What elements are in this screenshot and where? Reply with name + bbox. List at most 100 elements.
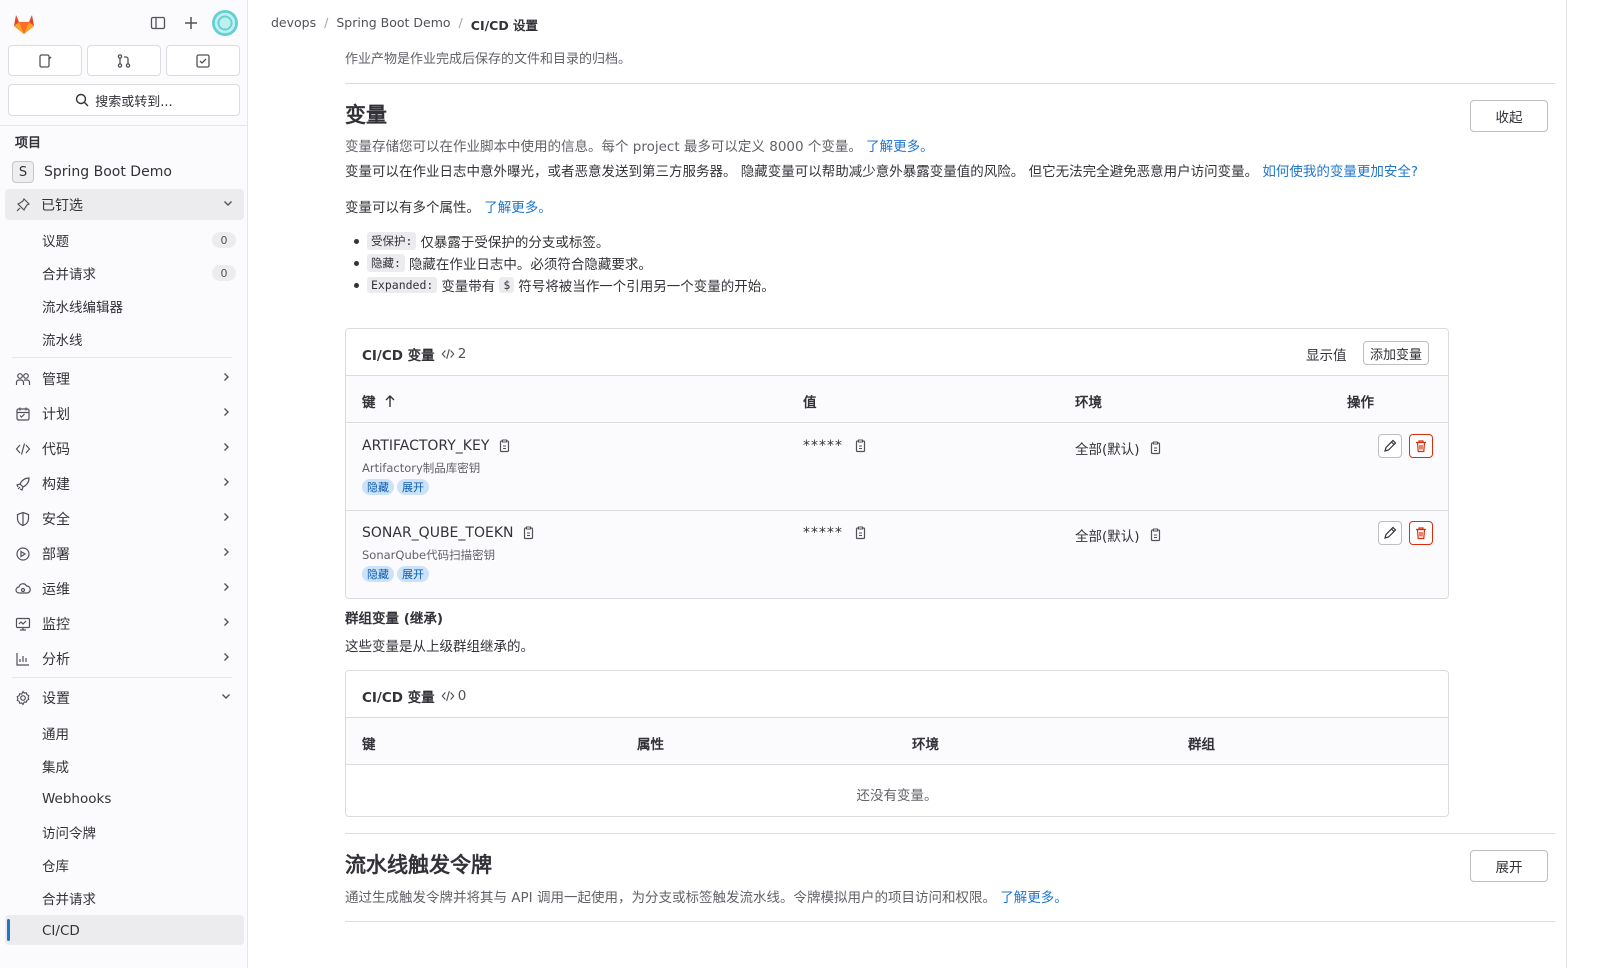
breadcrumb-group-link[interactable]: devops: [271, 15, 316, 34]
pencil-icon: [1384, 526, 1397, 539]
delete-variable-button[interactable]: [1409, 434, 1433, 458]
sidebar-pinned-toggle[interactable]: 已钉选: [5, 189, 244, 220]
variable-count-value: 2: [457, 346, 467, 362]
table-row: SONAR_QUBE_TOEKN SonarQube代码扫描密钥 隐藏 展开 *…: [346, 511, 1448, 598]
sidebar-item-issues[interactable]: 议题: [42, 229, 69, 251]
sidebar-item-integrations[interactable]: 集成: [42, 755, 69, 777]
sidebar-item-pipeline-editor[interactable]: 流水线编辑器: [42, 295, 123, 317]
copy-icon[interactable]: [1148, 528, 1162, 542]
sidebar-item-build[interactable]: 构建: [14, 472, 236, 496]
sidebar-item-settings[interactable]: 设置: [14, 686, 236, 710]
sidebar-item-merge-requests[interactable]: 合并请求: [42, 262, 96, 284]
sidebar-project-link[interactable]: S Spring Boot Demo: [12, 161, 172, 183]
group-variables-title: 群组变量 (继承): [345, 611, 444, 627]
chevron-right-icon: [220, 511, 232, 527]
table-header: 键 属性 环境 群组: [346, 718, 1448, 765]
collapse-button[interactable]: 收起: [1470, 100, 1548, 132]
plus-icon[interactable]: [180, 12, 202, 34]
variable-key-text: ARTIFACTORY_KEY: [362, 438, 490, 454]
learn-more-link[interactable]: 了解更多。: [1000, 890, 1068, 906]
delete-variable-button[interactable]: [1409, 521, 1433, 545]
trigger-tokens-description-text: 通过生成触发令牌并将其与 API 调用一起使用，为分支或标签触发流水线。令牌模拟…: [345, 890, 996, 906]
sidebar-toggle-icon[interactable]: [147, 12, 169, 34]
sidebar-item-secure[interactable]: 安全: [14, 507, 236, 531]
sidebar-item-manage[interactable]: 管理: [14, 367, 236, 391]
copy-icon[interactable]: [497, 439, 511, 453]
pin-icon: [5, 197, 41, 212]
gear-icon: [14, 689, 32, 707]
chevron-right-icon: [220, 651, 232, 667]
sidebar-item-plan[interactable]: 计划: [14, 402, 236, 426]
sidebar-item-label: 访问令牌: [42, 826, 96, 842]
learn-more-link[interactable]: 了解更多。: [484, 200, 552, 216]
variable-description: Artifactory制品库密钥: [362, 461, 481, 475]
sort-by-key-header[interactable]: 键: [362, 391, 396, 411]
sidebar-item-operate[interactable]: 运维: [14, 577, 236, 601]
merge-request-icon: [117, 53, 131, 68]
sidebar-item-label: Webhooks: [42, 791, 112, 807]
todos-tab-button[interactable]: [166, 45, 240, 76]
edit-variable-button[interactable]: [1378, 434, 1402, 458]
arrow-up-icon: [385, 395, 394, 407]
masked-badge: 隐藏: [362, 479, 394, 495]
variable-environment-text: 全部(默认): [1075, 442, 1140, 458]
sidebar-item-merge-requests-settings[interactable]: 合并请求: [42, 887, 96, 909]
users-icon: [14, 370, 32, 388]
calendar-icon: [14, 405, 32, 423]
sidebar-item-cicd[interactable]: CI/CD: [42, 920, 80, 942]
copy-icon[interactable]: [853, 439, 867, 453]
todo-check-icon: [196, 53, 210, 68]
merge-requests-tab-button[interactable]: [87, 45, 161, 76]
group-variables-description: 这些变量是从上级群组继承的。: [345, 639, 534, 655]
sidebar-item-deploy[interactable]: 部署: [14, 542, 236, 566]
sidebar-item-label: 计划: [42, 407, 70, 423]
sidebar-item-webhooks[interactable]: Webhooks: [42, 788, 111, 810]
user-avatar[interactable]: [212, 10, 238, 36]
sidebar-item-pipelines[interactable]: 流水线: [42, 328, 83, 350]
code-icon: [14, 440, 32, 458]
reveal-values-button[interactable]: 显示值: [1306, 344, 1347, 364]
variable-value-text: *****: [803, 525, 843, 541]
empty-state-text: 还没有变量。: [856, 788, 938, 804]
sidebar: 搜索或转到... 项目 S Spring Boot Demo 已钉选 议题 0 …: [0, 0, 248, 968]
sidebar-item-code[interactable]: 代码: [14, 437, 236, 461]
gitlab-logo-icon[interactable]: [10, 9, 38, 37]
sidebar-item-general[interactable]: 通用: [42, 722, 69, 744]
secure-variables-link[interactable]: 如何使我的变量更加安全?: [1262, 164, 1418, 180]
search-button[interactable]: 搜索或转到...: [8, 84, 240, 116]
card-title-text: CI/CD 变量: [362, 348, 435, 364]
sidebar-item-label: 集成: [42, 760, 69, 776]
edit-variable-button[interactable]: [1378, 521, 1402, 545]
sidebar-top: [0, 0, 248, 46]
sidebar-section-title: 项目: [15, 136, 42, 151]
search-label: 搜索或转到...: [95, 94, 173, 110]
sidebar-item-monitor[interactable]: 监控: [14, 612, 236, 636]
expand-button[interactable]: 展开: [1470, 850, 1548, 882]
add-variable-button[interactable]: 添加变量: [1363, 341, 1430, 365]
card-header: CI/CD 变量 2 显示值 添加变量: [346, 329, 1448, 376]
sidebar-item-analyze[interactable]: 分析: [14, 647, 236, 671]
learn-more-link[interactable]: 了解更多。: [866, 139, 934, 155]
sidebar-item-label: CI/CD: [42, 923, 80, 939]
monitor-icon: [14, 615, 32, 633]
issues-tab-button[interactable]: [8, 45, 82, 76]
page-scrollbar-track[interactable]: [1566, 0, 1567, 968]
column-header-key: 键: [362, 737, 376, 753]
code-icon: [441, 349, 455, 359]
copy-icon[interactable]: [521, 526, 535, 540]
trigger-tokens-section-title: 流水线触发令牌: [345, 853, 492, 877]
copy-icon[interactable]: [853, 526, 867, 540]
sidebar-active-indicator: [7, 919, 10, 941]
copy-icon[interactable]: [1148, 441, 1162, 455]
column-header-actions: 操作: [1347, 395, 1374, 411]
cicd-variables-card: CI/CD 变量 2 显示值 添加变量 键 值 环境 操作 ARTIFACTOR…: [345, 328, 1449, 599]
list-item-text: 仅暴露于受保护的分支或标签。: [420, 235, 610, 251]
pencil-icon: [1384, 439, 1397, 452]
sidebar-item-label: 分析: [42, 652, 70, 668]
sidebar-item-access-tokens[interactable]: 访问令牌: [42, 821, 96, 843]
expanded-code: Expanded:: [367, 277, 438, 293]
sidebar-item-repository[interactable]: 仓库: [42, 854, 69, 876]
chevron-right-icon: [220, 406, 232, 422]
project-name: Spring Boot Demo: [44, 164, 172, 180]
sidebar-item-label: 安全: [42, 512, 70, 528]
